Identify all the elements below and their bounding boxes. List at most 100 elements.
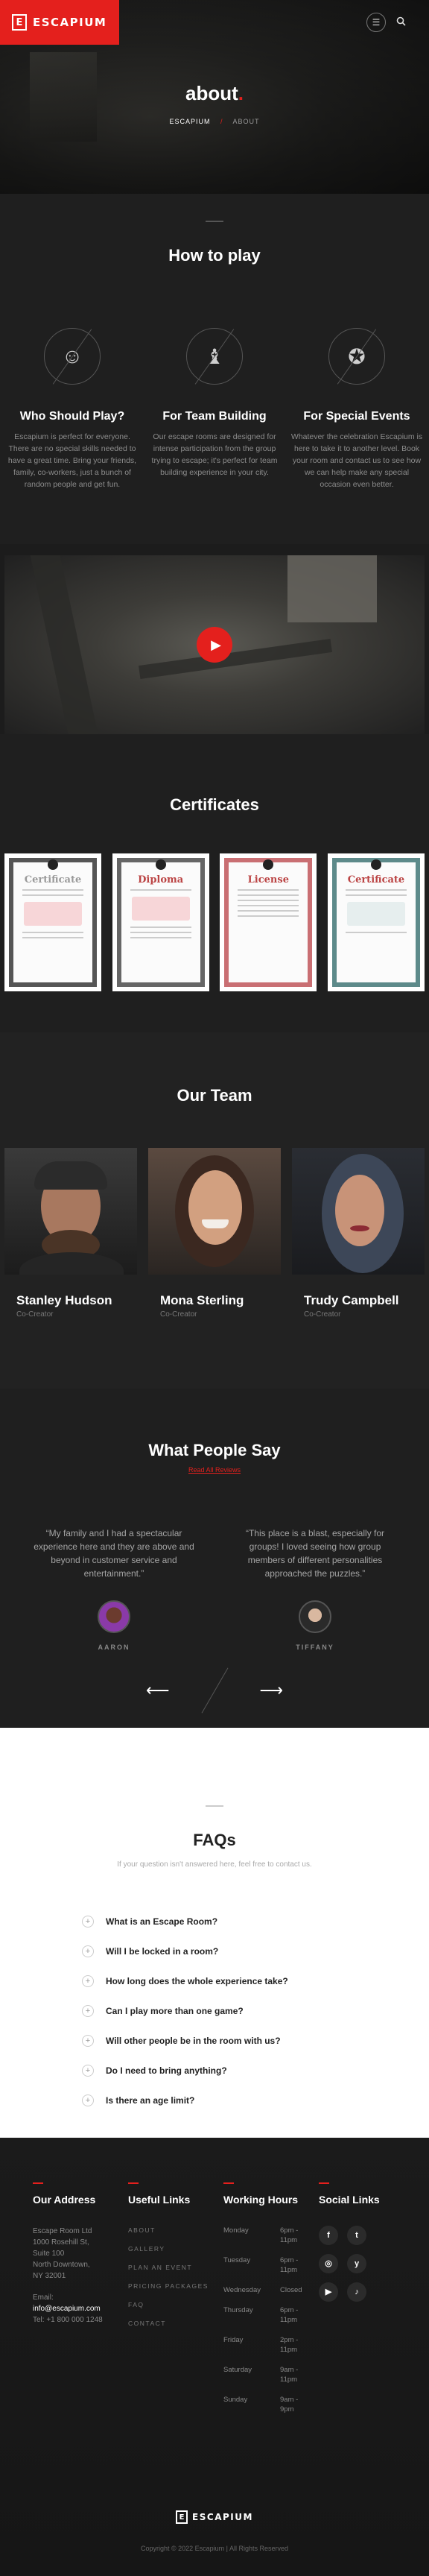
hours-row: Tuesday 6pm - 11pm [223, 2256, 299, 2274]
twitter-icon[interactable]: t [347, 2226, 366, 2245]
seal-icon [370, 859, 381, 870]
avatar [98, 1600, 130, 1633]
faq-question: Do I need to bring anything? [106, 2065, 227, 2076]
team-member-card[interactable]: Stanley Hudson Co-Creator [4, 1148, 137, 1319]
site-footer: Our Address Escape Room Ltd 1000 Rosehil… [0, 2138, 429, 2576]
faq-item[interactable]: + Is there an age limit? [82, 2086, 365, 2115]
address-line: Suite 100 [33, 2250, 65, 2258]
hours-row: Sunday 9am - 9pm [223, 2396, 299, 2414]
breadcrumb-home-link[interactable]: ESCAPIUM [169, 118, 210, 125]
plus-icon: + [82, 2035, 94, 2047]
video-player[interactable]: ▶ [4, 555, 425, 734]
award-icon: ✪ [328, 328, 385, 385]
plus-icon: + [82, 2005, 94, 2017]
hours-row: Thursday 6pm - 11pm [223, 2306, 299, 2324]
arrow-right-icon[interactable]: ⟶ [260, 1681, 284, 1700]
certificate-card[interactable]: Certificate [4, 853, 101, 991]
section-title: How to play [168, 246, 261, 265]
section-divider [206, 1805, 223, 1807]
plus-icon: + [82, 1916, 94, 1928]
hours-row: Wednesday Closed [223, 2286, 302, 2294]
footer-heading: Useful Links [128, 2194, 191, 2206]
team-member-card[interactable]: Trudy Campbell Co-Creator [292, 1148, 425, 1319]
address-line: 1000 Rosehill St, [33, 2238, 89, 2247]
logo-mark-icon: E [176, 2510, 188, 2524]
site-header: E ESCAPIUM ☰ [0, 0, 429, 45]
email-link[interactable]: info@escapium.com [33, 2305, 101, 2313]
certificate-title: Certificate [24, 874, 82, 886]
yelp-icon[interactable]: y [347, 2254, 366, 2273]
faq-item[interactable]: + Do I need to bring anything? [82, 2056, 365, 2086]
certificate-card[interactable]: Certificate [327, 853, 425, 991]
faq-question: Can I play more than one game? [106, 2006, 244, 2016]
testimonials-section: What People Say Read All Reviews “My fam… [0, 1389, 429, 1728]
footer-link[interactable]: PLAN AN EVENT [128, 2263, 214, 2272]
arrow-left-icon[interactable]: ⟵ [146, 1681, 170, 1700]
breadcrumb-separator: / [220, 118, 223, 125]
footer-link[interactable]: FAQ [128, 2300, 214, 2309]
avatar [299, 1600, 331, 1633]
breadcrumb-current: ABOUT [232, 118, 260, 125]
faq-item[interactable]: + How long does the whole experience take… [82, 1966, 365, 1996]
faq-item[interactable]: + Can I play more than one game? [82, 1996, 365, 2026]
feature-card: ☺ Who Should Play? Escapium is perfect f… [4, 328, 140, 490]
divider [201, 1667, 228, 1714]
card-text: Our escape rooms are designed for intens… [151, 432, 278, 477]
faq-item[interactable]: + What is an Escape Room? [82, 1907, 365, 1936]
team-member-role: Co-Creator [304, 1310, 341, 1319]
footer-link[interactable]: CONTACT [128, 2319, 214, 2328]
certificate-title: Diploma [138, 874, 184, 886]
read-all-reviews-link[interactable]: Read All Reviews [0, 1466, 429, 1474]
phone-number[interactable]: Tel: +1 800 000 1248 [33, 2314, 119, 2326]
testimonial: “My family and I had a spectacular exper… [30, 1527, 198, 1651]
certificate-card[interactable]: Diploma [112, 853, 209, 991]
seal-icon [155, 859, 166, 870]
how-to-play-section: How to play ☺ Who Should Play? Escapium … [0, 194, 429, 544]
faq-item[interactable]: + Will other people be in the room with u… [82, 2026, 365, 2056]
team-member-photo [148, 1148, 281, 1275]
play-icon[interactable]: ▶ [197, 627, 232, 663]
testimonial: “This place is a blast, especially for g… [231, 1527, 399, 1651]
certificate-card[interactable]: License [220, 853, 317, 991]
footer-logo[interactable]: E ESCAPIUM [0, 2510, 429, 2524]
feature-card: ✪ For Special Events Whatever the celebr… [289, 328, 425, 490]
footer-heading: Working Hours [223, 2194, 299, 2206]
person-icon: ☺ [44, 328, 101, 385]
footer-address-column: Our Address Escape Room Ltd 1000 Rosehil… [33, 2182, 119, 2425]
instagram-icon[interactable]: ◎ [319, 2254, 338, 2273]
facebook-icon[interactable]: f [319, 2226, 338, 2245]
faq-question: What is an Escape Room? [106, 1916, 218, 1927]
team-member-card[interactable]: Mona Sterling Co-Creator [148, 1148, 281, 1319]
testimonial-author: TIFFANY [296, 1644, 334, 1651]
plus-icon: + [82, 2094, 94, 2106]
plus-icon: + [82, 2065, 94, 2077]
youtube-icon[interactable]: ▶ [319, 2282, 338, 2302]
tiktok-icon[interactable]: ♪ [347, 2282, 366, 2302]
chess-piece-icon: ♝ [186, 328, 243, 385]
footer-link[interactable]: ABOUT [128, 2226, 214, 2235]
search-icon[interactable] [393, 16, 408, 28]
logo-text: ESCAPIUM [33, 16, 107, 29]
footer-link[interactable]: PRICING PACKAGES [128, 2282, 214, 2291]
card-text: Whatever the celebration Escapium is her… [290, 432, 423, 489]
certificates-section: Certificates Certificate Diploma License… [0, 734, 429, 1032]
testimonial-text: “My family and I had a spectacular exper… [34, 1528, 194, 1579]
page: about. ESCAPIUM / ABOUT E ESCAPIUM ☰ How… [0, 0, 429, 2576]
site-logo[interactable]: E ESCAPIUM [0, 0, 119, 45]
breadcrumb: ESCAPIUM / ABOUT [0, 118, 429, 125]
team-member-role: Co-Creator [160, 1310, 197, 1319]
logo-text: ESCAPIUM [192, 2512, 253, 2522]
footer-heading: Social Links [319, 2194, 380, 2206]
footer-link[interactable]: GALLERY [128, 2244, 214, 2253]
faq-question: Will other people be in the room with us… [106, 2036, 281, 2046]
faq-item[interactable]: + Will I be locked in a room? [82, 1936, 365, 1966]
feature-card: ♝ For Team Building Our escape rooms are… [147, 328, 282, 490]
footer-heading: Our Address [33, 2194, 96, 2206]
plus-icon: + [82, 1945, 94, 1957]
section-title: Our Team [177, 1086, 252, 1105]
footer-hours-column: Working Hours Monday 6pm - 11pm Tuesday 6p… [223, 2182, 310, 2425]
team-member-role: Co-Creator [16, 1310, 54, 1319]
team-section: Our Team Stanley Hudson Co-Creator Mona … [0, 1032, 429, 1389]
logo-mark-icon: E [12, 14, 27, 31]
menu-icon[interactable]: ☰ [366, 13, 386, 32]
